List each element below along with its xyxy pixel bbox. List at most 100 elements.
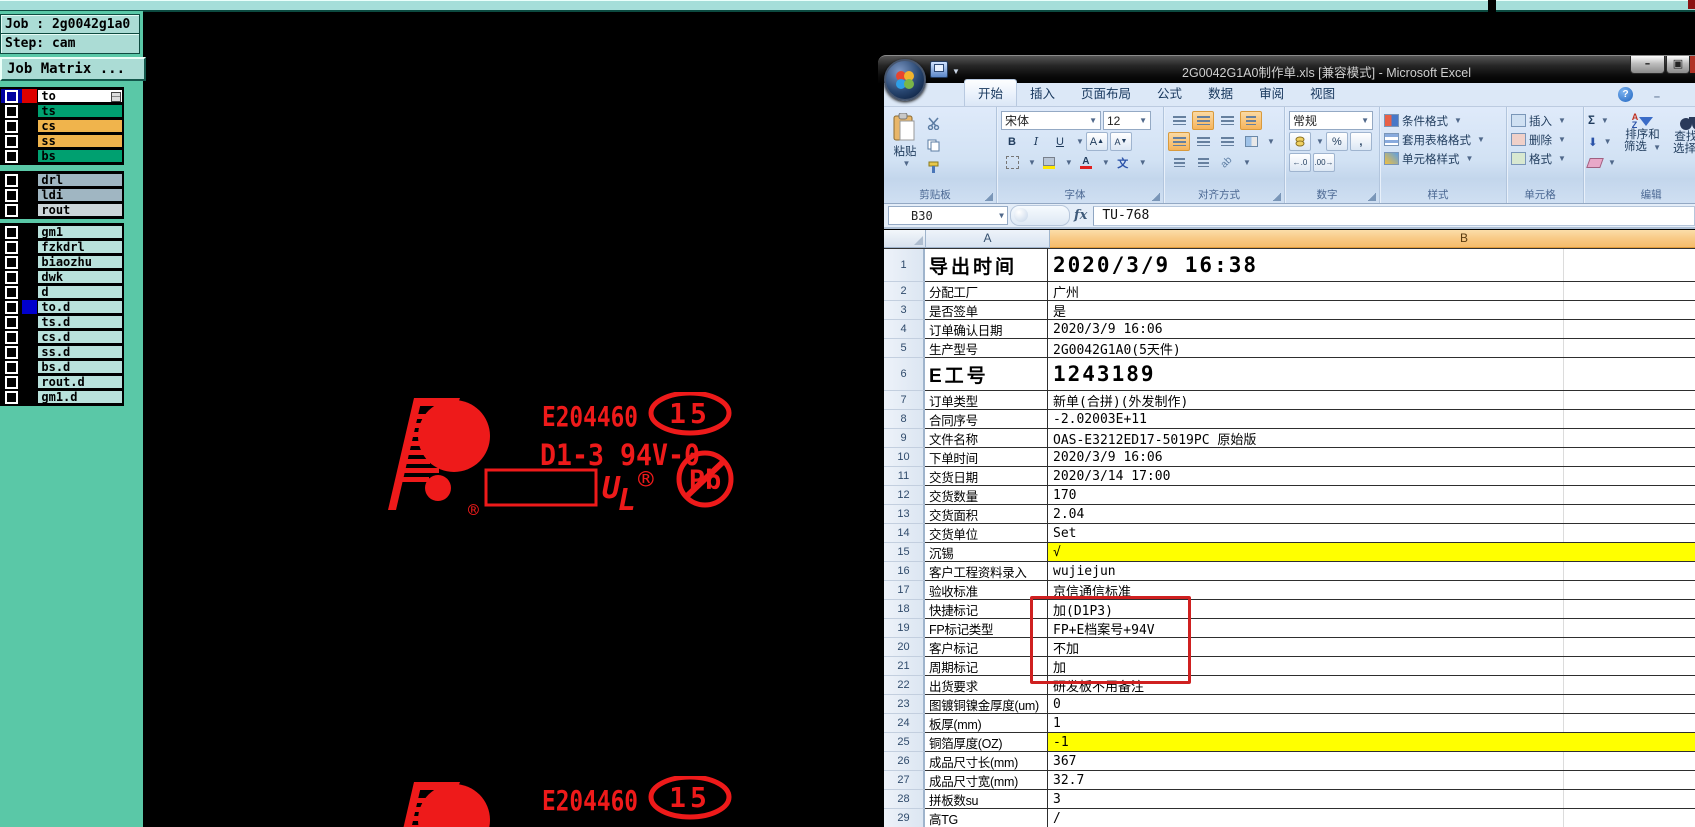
cell-value[interactable]: 367 bbox=[1048, 752, 1695, 771]
cell-label[interactable]: 铜箔厚度(OZ) bbox=[925, 733, 1048, 752]
bold-button[interactable]: B bbox=[1001, 132, 1023, 151]
tab-审阅[interactable]: 审阅 bbox=[1246, 80, 1297, 106]
layer-color-swatch[interactable] bbox=[21, 345, 38, 359]
tab-开始[interactable]: 开始 bbox=[964, 79, 1018, 106]
row-number[interactable]: 20 bbox=[884, 638, 925, 657]
styles-button-1[interactable]: 套用表格格式 ▼ bbox=[1384, 130, 1502, 149]
layer-name[interactable]: to bbox=[37, 89, 123, 103]
cell-value[interactable]: √ bbox=[1048, 543, 1695, 562]
layer-name[interactable]: d bbox=[37, 285, 123, 299]
autosum-button[interactable]: Σ ▼ bbox=[1588, 111, 1616, 130]
column-header-b[interactable]: B bbox=[1050, 230, 1695, 248]
layer-checkbox[interactable] bbox=[4, 134, 18, 148]
layer-row[interactable]: cs.d bbox=[1, 330, 123, 344]
cell-value[interactable]: Set bbox=[1048, 524, 1695, 543]
underline-button[interactable]: U bbox=[1049, 132, 1071, 151]
layer-checkbox[interactable] bbox=[4, 270, 18, 284]
paste-button[interactable]: 粘贴 ▼ bbox=[888, 111, 922, 177]
cell-value[interactable]: 2020/3/9 16:38 bbox=[1048, 249, 1695, 282]
cell-label[interactable]: 成品尺寸长(mm) bbox=[925, 752, 1048, 771]
layer-row[interactable]: ts.d bbox=[1, 315, 123, 329]
decrease-indent-button[interactable] bbox=[1168, 153, 1190, 172]
layer-color-swatch[interactable] bbox=[21, 104, 38, 118]
maximize-button[interactable]: ▣ bbox=[1666, 56, 1690, 74]
find-select-button[interactable]: 查找和选择 ▼ bbox=[1669, 111, 1695, 172]
cell-label[interactable]: 成品尺寸宽(mm) bbox=[925, 771, 1048, 790]
cell-label[interactable]: 交货数量 bbox=[925, 486, 1048, 505]
cell-value[interactable]: 2020/3/9 16:06 bbox=[1048, 448, 1695, 467]
increase-decimal-button[interactable]: ←.0 bbox=[1289, 153, 1311, 172]
row-number[interactable]: 4 bbox=[884, 320, 925, 339]
copy-button[interactable] bbox=[922, 136, 944, 155]
layer-checkbox[interactable] bbox=[4, 240, 18, 254]
cell-label[interactable]: 是否签单 bbox=[925, 301, 1048, 320]
row-number[interactable]: 18 bbox=[884, 600, 925, 619]
column-header-a[interactable]: A bbox=[926, 230, 1050, 248]
layer-row[interactable]: cs bbox=[1, 119, 123, 133]
layer-color-swatch[interactable] bbox=[21, 300, 38, 314]
row-number[interactable]: 17 bbox=[884, 581, 925, 600]
layer-row[interactable]: ss bbox=[1, 134, 123, 148]
align-middle-button[interactable] bbox=[1192, 111, 1214, 130]
layer-row[interactable]: ldi bbox=[1, 188, 123, 202]
borders-button[interactable] bbox=[1001, 153, 1023, 172]
save-icon[interactable] bbox=[930, 61, 948, 78]
layer-name[interactable]: rout bbox=[37, 203, 123, 217]
cell-label[interactable]: 下单时间 bbox=[925, 448, 1048, 467]
grow-font-button[interactable]: A ▲ bbox=[1085, 132, 1108, 151]
row-number[interactable]: 9 bbox=[884, 429, 925, 448]
app-close-corner[interactable] bbox=[1688, 0, 1695, 9]
font-size-select[interactable]: 12 ▼ bbox=[1103, 111, 1151, 130]
layer-row[interactable]: drl bbox=[1, 173, 123, 187]
layer-name[interactable]: ss.d bbox=[37, 345, 123, 359]
cell-value[interactable]: 32.7 bbox=[1048, 771, 1695, 790]
comma-style-button[interactable]: , bbox=[1349, 132, 1372, 151]
styles-button-2[interactable]: 单元格样式 ▼ bbox=[1384, 149, 1502, 168]
cell-label[interactable]: 订单确认日期 bbox=[925, 320, 1048, 339]
layer-row[interactable]: bs.d bbox=[1, 360, 123, 374]
row-number[interactable]: 27 bbox=[884, 771, 925, 790]
tab-公式[interactable]: 公式 bbox=[1144, 80, 1195, 106]
increase-indent-button[interactable] bbox=[1192, 153, 1214, 172]
layer-checkbox[interactable] bbox=[4, 330, 18, 344]
cell-label[interactable]: 高TG bbox=[925, 809, 1048, 827]
fill-button[interactable]: ⬇ ▼ bbox=[1588, 132, 1616, 151]
italic-button[interactable]: I bbox=[1025, 132, 1047, 151]
layer-row[interactable]: ts bbox=[1, 104, 123, 118]
row-number[interactable]: 25 bbox=[884, 733, 925, 752]
layer-name[interactable]: gm1.d bbox=[37, 390, 123, 404]
cell-label[interactable]: 沉锡 bbox=[925, 543, 1048, 562]
align-top-button[interactable] bbox=[1168, 111, 1190, 130]
cell-value[interactable]: OAS-E3212ED17-5019PC 原始版 bbox=[1048, 429, 1695, 448]
font-dialog-launcher[interactable] bbox=[1152, 193, 1160, 201]
layer-color-swatch[interactable] bbox=[21, 375, 38, 389]
minimize-button[interactable]: – bbox=[1630, 56, 1665, 74]
layer-color-swatch[interactable] bbox=[21, 89, 38, 103]
cell-value[interactable]: 170 bbox=[1048, 486, 1695, 505]
shrink-font-button[interactable]: A ▼ bbox=[1109, 132, 1132, 151]
cells-button-1[interactable]: 删除 ▼ bbox=[1511, 130, 1579, 149]
layer-checkbox[interactable] bbox=[4, 285, 18, 299]
layer-name[interactable]: biaozhu bbox=[37, 255, 123, 269]
layer-color-swatch[interactable] bbox=[21, 315, 38, 329]
paste-dropdown-icon[interactable]: ▼ bbox=[903, 159, 911, 168]
layer-name[interactable]: gm1 bbox=[37, 225, 123, 239]
layer-row[interactable]: gm1.d bbox=[1, 390, 123, 404]
row-number[interactable]: 19 bbox=[884, 619, 925, 638]
cell-label[interactable]: 交货日期 bbox=[925, 467, 1048, 486]
layer-name[interactable]: ldi bbox=[37, 188, 123, 202]
layer-checkbox[interactable] bbox=[4, 345, 18, 359]
layer-color-swatch[interactable] bbox=[21, 149, 38, 163]
formula-input[interactable]: TU-768 bbox=[1093, 205, 1695, 226]
cell-value[interactable]: 新单(合拼)(外发制作) bbox=[1048, 391, 1695, 410]
office-button[interactable] bbox=[884, 59, 926, 101]
row-number[interactable]: 16 bbox=[884, 562, 925, 581]
help-icon[interactable]: ? bbox=[1618, 87, 1633, 102]
layer-row[interactable]: ss.d bbox=[1, 345, 123, 359]
layer-color-swatch[interactable] bbox=[21, 360, 38, 374]
decrease-decimal-button[interactable]: .00→ bbox=[1313, 153, 1335, 172]
select-all-corner[interactable] bbox=[884, 230, 926, 248]
align-center-button[interactable] bbox=[1192, 132, 1214, 151]
layer-checkbox[interactable] bbox=[4, 315, 18, 329]
layer-checkbox[interactable] bbox=[4, 390, 18, 404]
